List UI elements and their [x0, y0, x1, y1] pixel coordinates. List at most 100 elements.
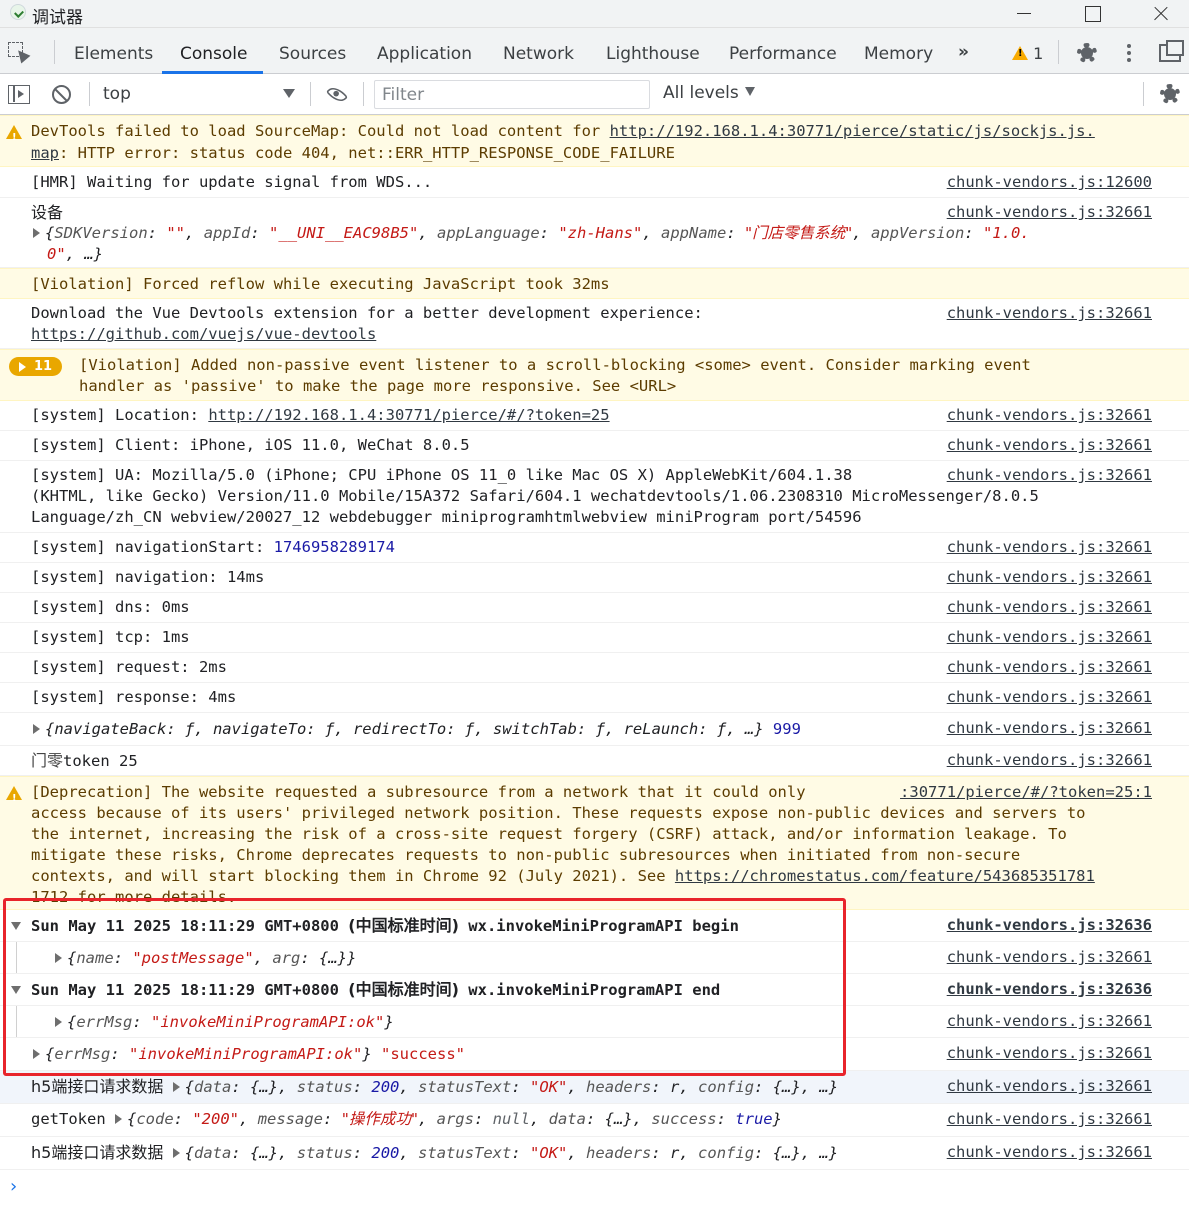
console-object[interactable]: h5端接口请求数据 {data: {…}, status: 200, statu… [31, 1076, 838, 1098]
context-dropdown-icon[interactable] [283, 89, 295, 98]
tab-network[interactable]: Network [503, 28, 574, 74]
console-object[interactable]: {navigateBack: ƒ, navigateTo: ƒ, redirec… [33, 719, 801, 740]
log-levels-label: All levels [663, 83, 739, 103]
console-group-header[interactable]: Sun May 11 2025 18:11:29 GMT+0800 (中国标准时… [0, 910, 1189, 942]
console-message-line5: contexts, and will start blocking them i… [31, 867, 1095, 885]
source-link[interactable]: chunk-vendors.js:32661 [947, 303, 1152, 324]
expand-triangle-icon[interactable] [172, 1082, 180, 1092]
log-levels-dropdown[interactable]: All levels [663, 83, 755, 103]
source-link[interactable]: chunk-vendors.js:32661 [947, 567, 1152, 588]
tab-memory[interactable]: Memory [864, 28, 933, 74]
vue-devtools-link[interactable]: https://github.com/vuejs/vue-devtools [31, 324, 376, 345]
source-link[interactable]: chunk-vendors.js:12600 [947, 172, 1152, 193]
source-link[interactable]: chunk-vendors.js:32661 [947, 947, 1152, 968]
inspect-element-icon[interactable] [8, 42, 31, 64]
show-sidebar-icon[interactable] [8, 85, 30, 104]
console-row: [system] dns: 0ms chunk-vendors.js:32661 [0, 593, 1189, 623]
undock-icon[interactable] [1159, 40, 1184, 62]
source-link[interactable]: chunk-vendors.js:32661 [947, 750, 1152, 771]
console-message: [Violation] Forced reflow while executin… [31, 275, 610, 293]
tab-application[interactable]: Application [377, 28, 472, 74]
maximize-button[interactable] [1068, 0, 1114, 28]
console-row: [system] request: 2ms chunk-vendors.js:3… [0, 653, 1189, 683]
warnings-badge[interactable]: 1 [1012, 44, 1043, 63]
console-message-line2: access because of its users' privileged … [31, 804, 1086, 822]
settings-gear-icon[interactable] [1077, 43, 1097, 63]
console-object[interactable]: h5端接口请求数据 {data: {…}, status: 200, statu… [31, 1142, 838, 1164]
location-link[interactable]: http://192.168.1.4:30771/pierce/#/?token… [208, 406, 609, 424]
tab-elements[interactable]: Elements [74, 28, 153, 74]
tab-sources[interactable]: Sources [279, 28, 346, 74]
source-link[interactable]: chunk-vendors.js:32661 [947, 465, 1152, 486]
source-link[interactable]: chunk-vendors.js:32661 [947, 1043, 1152, 1064]
source-link[interactable]: chunk-vendors.js:32661 [947, 202, 1152, 223]
more-options-icon[interactable] [1127, 44, 1131, 62]
tab-performance[interactable]: Performance [729, 28, 837, 74]
console-prompt-chevron-icon[interactable]: › [8, 1176, 19, 1197]
console-object[interactable]: {errMsg: "invokeMiniProgramAPI:ok"} [55, 1012, 394, 1033]
tab-console[interactable]: Console [180, 28, 248, 74]
source-link[interactable]: chunk-vendors.js:32661 [947, 718, 1152, 739]
device-object-cont: 0", …} [47, 245, 103, 263]
console-object[interactable]: getToken {code: "200", message: "操作成功", … [31, 1109, 782, 1130]
expand-triangle-icon[interactable] [115, 1114, 122, 1124]
console-message: [system] dns: 0ms [31, 598, 190, 616]
source-link[interactable]: chunk-vendors.js:32661 [947, 1076, 1152, 1097]
repeat-count-badge[interactable]: 11 [9, 357, 62, 376]
console-row: {errMsg: "invokeMiniProgramAPI:ok"} "suc… [0, 1038, 1189, 1071]
console-group-header[interactable]: Sun May 11 2025 18:11:29 GMT+0800 (中国标准时… [0, 974, 1189, 1006]
source-link[interactable]: chunk-vendors.js:32661 [947, 537, 1152, 558]
expand-triangle-icon[interactable] [33, 724, 40, 734]
minimize-button[interactable] [1000, 0, 1046, 28]
console-object[interactable]: {name: "postMessage", arg: {…}} [55, 948, 356, 969]
source-link[interactable]: chunk-vendors.js:32661 [947, 657, 1152, 678]
console-row: [HMR] Waiting for update signal from WDS… [0, 168, 1189, 198]
filter-input[interactable] [374, 80, 650, 109]
console-row: [system] navigationStart: 1746958289174 … [0, 533, 1189, 563]
expand-triangle-icon[interactable] [55, 953, 62, 963]
source-link[interactable]: chunk-vendors.js:32661 [947, 687, 1152, 708]
console-row-sourcemap-warning: DevTools failed to load SourceMap: Could… [0, 115, 1189, 167]
collapse-triangle-icon[interactable] [11, 922, 21, 930]
expand-triangle-icon[interactable] [33, 228, 40, 238]
console-object[interactable]: {errMsg: "invokeMiniProgramAPI:ok"} "suc… [33, 1044, 465, 1065]
source-link[interactable]: chunk-vendors.js:32661 [947, 1109, 1152, 1130]
console-row: {navigateBack: ƒ, navigateTo: ƒ, redirec… [0, 713, 1189, 746]
window-titlebar: 调试器 [0, 0, 1189, 28]
console-message: [Deprecation] The website requested a su… [31, 783, 806, 801]
source-link[interactable]: :30771/pierce/#/?token=25:1 [900, 782, 1152, 803]
console-row: [system] Location: http://192.168.1.4:30… [0, 401, 1189, 431]
expand-triangle-icon[interactable] [33, 1049, 40, 1059]
console-settings-gear-icon[interactable] [1160, 84, 1180, 104]
source-link[interactable]: chunk-vendors.js:32636 [947, 915, 1152, 936]
more-tabs-button[interactable]: » [958, 42, 969, 62]
source-link[interactable]: chunk-vendors.js:32661 [947, 1011, 1152, 1032]
expand-triangle-icon[interactable] [55, 1017, 62, 1027]
device-object[interactable]: {SDKVersion: "", appId: "__UNI__EAC98B5"… [33, 223, 1030, 244]
source-link[interactable]: chunk-vendors.js:32661 [947, 1142, 1152, 1163]
console-message-line2: (KHTML, like Gecko) Version/11.0 Mobile/… [31, 487, 1039, 505]
console-message: [system] Location: http://192.168.1.4:30… [31, 406, 610, 424]
devtools-tabbar: Elements Console Sources Application Net… [0, 28, 1189, 74]
console-row-ua: [system] UA: Mozilla/5.0 (iPhone; CPU iP… [0, 461, 1189, 533]
console-message-line6: 1712 for more details. [31, 888, 237, 906]
console-message: [Violation] Added non-passive event list… [79, 356, 1031, 374]
context-selector[interactable]: top [103, 84, 131, 104]
close-button[interactable] [1137, 0, 1183, 28]
chromestatus-link[interactable]: https://chromestatus.com/feature/5436853… [675, 867, 1095, 885]
window-title: 调试器 [32, 8, 83, 28]
console-row-deprecation: [Deprecation] The website requested a su… [0, 776, 1189, 910]
console-toolbar: top All levels [0, 74, 1189, 115]
expand-triangle-icon[interactable] [172, 1148, 180, 1158]
source-link[interactable]: chunk-vendors.js:32661 [947, 405, 1152, 426]
tab-lighthouse[interactable]: Lighthouse [606, 28, 700, 74]
sourcemap-link-cont[interactable]: map [31, 144, 59, 162]
source-link[interactable]: chunk-vendors.js:32636 [947, 979, 1152, 1000]
source-link[interactable]: chunk-vendors.js:32661 [947, 627, 1152, 648]
collapse-triangle-icon[interactable] [11, 986, 21, 994]
live-expression-eye-icon[interactable] [325, 83, 349, 106]
clear-console-icon[interactable] [52, 85, 71, 104]
source-link[interactable]: chunk-vendors.js:32661 [947, 435, 1152, 456]
source-link[interactable]: chunk-vendors.js:32661 [947, 597, 1152, 618]
sourcemap-link[interactable]: http://192.168.1.4:30771/pierce/static/j… [610, 122, 1095, 140]
